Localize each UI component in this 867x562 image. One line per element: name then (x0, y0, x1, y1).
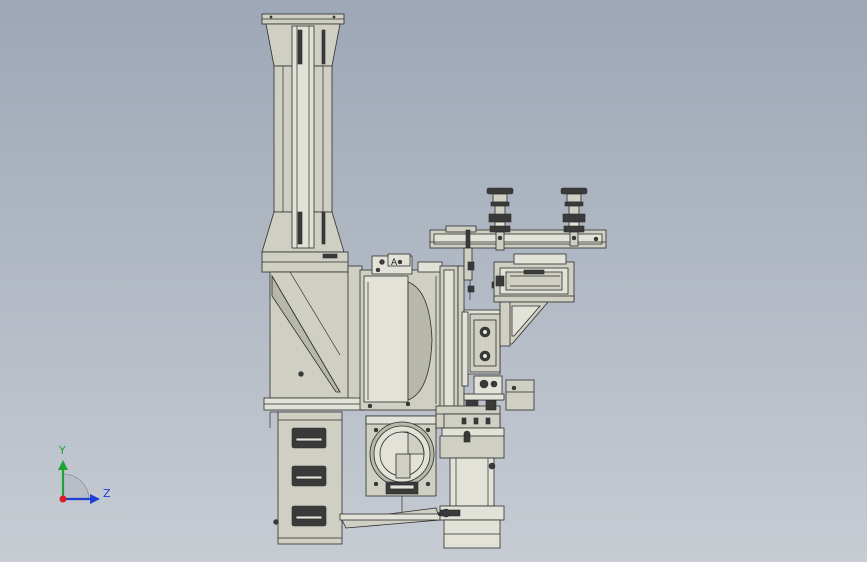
model-part[interactable] (395, 453, 411, 479)
model-part[interactable] (505, 271, 563, 291)
model-part[interactable] (375, 267, 381, 273)
model-part[interactable] (291, 25, 315, 249)
model-part[interactable] (322, 253, 338, 259)
model-part[interactable] (571, 235, 577, 241)
model-part[interactable] (363, 275, 409, 403)
cad-model-view[interactable]: A (0, 0, 867, 562)
model-part[interactable] (493, 295, 575, 303)
model-part[interactable] (443, 413, 501, 429)
model-part[interactable] (297, 29, 303, 65)
model-part[interactable] (482, 329, 488, 335)
model-part[interactable] (490, 201, 510, 207)
model-part[interactable] (523, 269, 545, 275)
model-part[interactable] (463, 430, 471, 438)
model-part[interactable] (332, 15, 336, 19)
model-part[interactable] (499, 301, 511, 347)
model-part[interactable] (488, 213, 512, 223)
model-part[interactable] (441, 508, 451, 518)
slotted-roller-wheel[interactable] (269, 411, 343, 545)
model-part[interactable] (489, 225, 511, 233)
model-part[interactable] (461, 311, 469, 387)
model-part[interactable] (482, 353, 488, 359)
x-axis-origin-icon (59, 495, 67, 503)
model-part[interactable] (425, 481, 431, 487)
model-part[interactable] (295, 475, 323, 480)
model-part[interactable] (367, 403, 373, 409)
gearbox-housing[interactable]: A (359, 253, 445, 411)
model-part[interactable] (513, 253, 567, 265)
model-part[interactable] (486, 187, 514, 195)
model-part[interactable] (439, 435, 505, 459)
model-part[interactable] (593, 236, 599, 242)
model-part[interactable] (511, 385, 517, 391)
model-part[interactable] (490, 380, 498, 388)
model-part[interactable] (564, 201, 584, 207)
model-part[interactable] (485, 417, 491, 425)
model-part[interactable] (297, 211, 303, 245)
model-part[interactable] (473, 417, 479, 425)
model-part[interactable] (467, 261, 475, 271)
model-part[interactable] (425, 427, 431, 433)
model-part[interactable] (269, 271, 351, 399)
model-part[interactable] (505, 379, 535, 411)
model-part[interactable] (295, 437, 323, 442)
model-part[interactable] (269, 15, 273, 19)
model-part[interactable] (295, 515, 323, 520)
model-part[interactable] (389, 484, 415, 490)
model-part[interactable] (497, 235, 503, 241)
model-part[interactable] (373, 427, 379, 433)
model-part[interactable] (339, 513, 441, 521)
model-part[interactable] (417, 261, 443, 273)
model-part[interactable] (321, 29, 326, 65)
model-part[interactable] (461, 417, 467, 425)
model-part[interactable] (298, 371, 304, 377)
vertical-column[interactable] (261, 13, 345, 253)
column-base-body[interactable] (261, 251, 365, 411)
model-part[interactable] (488, 462, 496, 470)
model-part[interactable] (560, 187, 588, 195)
model-part[interactable] (492, 193, 508, 203)
model-part[interactable] (405, 401, 411, 407)
model-part[interactable] (443, 269, 455, 407)
model-part[interactable] (467, 285, 475, 293)
model-part[interactable] (495, 231, 505, 251)
model-part[interactable] (379, 259, 385, 265)
model-part[interactable] (566, 193, 582, 203)
model-part[interactable] (273, 519, 279, 525)
panel-label-a: A (391, 258, 398, 268)
pneumatic-cylinder[interactable] (439, 413, 505, 549)
model-part[interactable] (495, 275, 505, 287)
graphics-viewport[interactable]: A Y Z (0, 0, 867, 562)
model-part[interactable] (373, 481, 379, 487)
model-part[interactable] (463, 393, 505, 401)
model-part[interactable] (321, 211, 326, 245)
model-part[interactable] (479, 379, 489, 389)
model-part[interactable] (449, 457, 495, 507)
model-part[interactable] (563, 225, 585, 233)
model-part[interactable] (562, 213, 586, 223)
triad-y-label: Y (59, 444, 66, 457)
triad-z-label: Z (103, 487, 111, 500)
model-part[interactable] (445, 225, 477, 233)
model-part[interactable] (397, 259, 403, 265)
